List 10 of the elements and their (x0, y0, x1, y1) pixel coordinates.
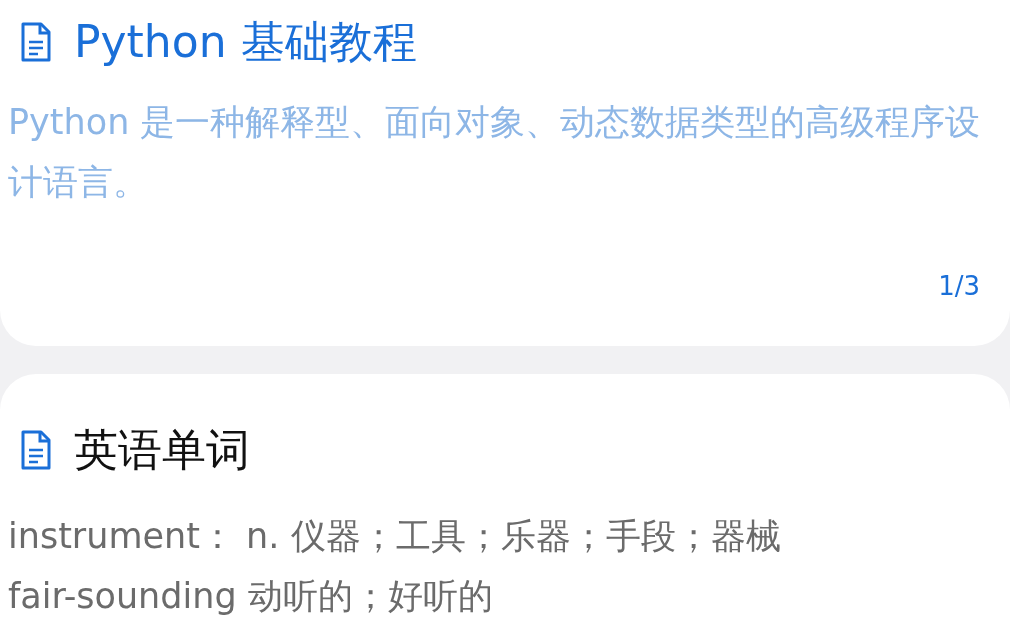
card-text: fair-sounding 动听的；好听的 (8, 575, 494, 618)
document-icon (20, 22, 52, 62)
card-title: 英语单词 (74, 423, 250, 477)
card-title: Python 基础教程 (74, 15, 417, 69)
card-text: instrument： n. 仪器；工具；乐器；手段；器械 (8, 515, 782, 558)
page-counter: 1/3 (938, 270, 980, 303)
card-text: Python 是一种解释型、面向对象、动态数据类型的高级程序设计语言。 (8, 101, 982, 204)
card[interactable]: 英语单词 instrument： n. 仪器；工具；乐器；手段；器械 fair-sounding 动听的；好听的 (0, 374, 1010, 639)
document-icon (20, 430, 52, 470)
card[interactable]: Python 基础教程 Python 是一种解释型、面向对象、动态数据类型的高级程序设计语言。 1/3 (0, 0, 1010, 346)
